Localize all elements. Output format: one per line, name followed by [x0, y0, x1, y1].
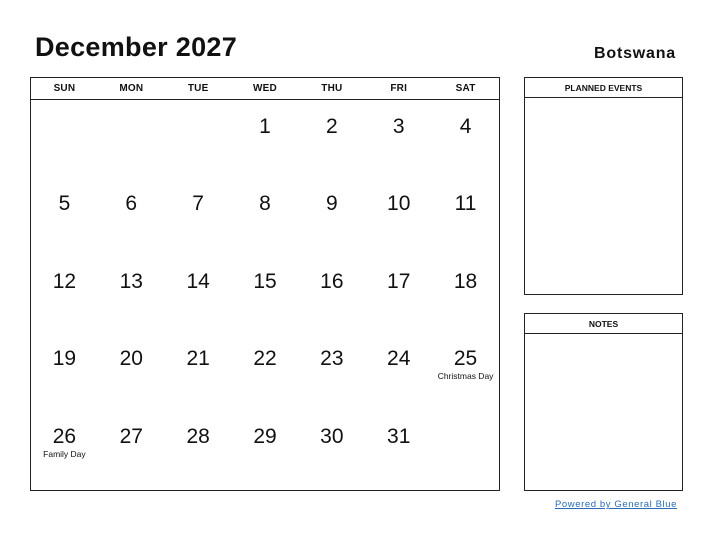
day-number: 22 [253, 347, 277, 370]
weekday-tue: TUE [187, 83, 209, 94]
day-cell: 5 [31, 177, 98, 255]
weekday-mon: MON [119, 83, 144, 94]
day-cell: 22 [232, 332, 299, 410]
weekday-fri: FRI [390, 83, 408, 94]
day-number: 8 [259, 192, 271, 215]
day-number: 26 [52, 425, 77, 448]
day-number: 21 [186, 347, 210, 370]
day-cell: 31 [365, 410, 432, 490]
day-number: 19 [52, 347, 77, 370]
day-cell: 18 [432, 255, 499, 332]
day-number: 11 [454, 192, 477, 215]
day-cell: 30 [298, 410, 365, 490]
day-cell: 8 [232, 177, 299, 255]
day-number: 15 [253, 270, 277, 293]
day-cell: 23 [298, 332, 365, 410]
planned-events-panel: PLANNED EVENTS [524, 77, 683, 295]
weekday-sun: SUN [53, 83, 76, 94]
day-cell: 26 Family Day [31, 410, 98, 490]
powered-by-link[interactable]: Powered by General Blue [555, 499, 677, 510]
day-cell: 3 [365, 100, 432, 177]
day-number: 1 [259, 115, 271, 138]
day-number: 17 [387, 270, 411, 293]
day-number: 5 [58, 192, 71, 215]
day-number: 20 [119, 347, 143, 370]
day-number: 2 [326, 115, 338, 138]
day-cell: 21 [165, 332, 232, 410]
notes-panel: NOTES [524, 313, 683, 491]
day-cell: 17 [365, 255, 432, 332]
weekday-thu: THU [321, 83, 343, 94]
day-number: 25 [453, 347, 478, 370]
empty-day-cell [98, 100, 165, 177]
country-label: Botswana [594, 45, 676, 62]
day-cell: 14 [165, 255, 232, 332]
day-cell: 10 [365, 177, 432, 255]
holiday-label: Christmas Day [437, 371, 494, 381]
weekday-sat: SAT [455, 83, 476, 94]
day-number: 28 [186, 425, 210, 448]
day-cell: 11 [432, 177, 499, 255]
day-cell: 20 [98, 332, 165, 410]
day-cell: 27 [98, 410, 165, 490]
day-number: 24 [387, 347, 411, 370]
holiday-label: Family Day [43, 449, 86, 459]
weekday-wed: WED [253, 83, 277, 94]
day-number: 10 [387, 192, 411, 215]
page-title: December 2027 [35, 32, 238, 62]
day-cell: 2 [298, 100, 365, 177]
day-number: 3 [392, 115, 405, 138]
day-cell: 25 Christmas Day [432, 332, 499, 410]
day-cell: 29 [232, 410, 299, 490]
day-number: 31 [387, 425, 411, 448]
day-cell: 15 [232, 255, 299, 332]
calendar-body: 1 2 3 4 5 6 7 8 9 10 11 12 13 14 15 16 17 18 19 20 21 22 23 24 2… [31, 100, 499, 490]
day-cell: 7 [165, 177, 232, 255]
day-cell: 16 [298, 255, 365, 332]
day-cell: 1 [232, 100, 299, 177]
day-number: 30 [320, 425, 344, 448]
day-cell: 24 [365, 332, 432, 410]
day-number: 7 [192, 192, 204, 215]
day-number: 4 [459, 115, 472, 138]
notes-heading: NOTES [525, 314, 682, 334]
day-cell: 4 [432, 100, 499, 177]
day-number: 16 [320, 270, 344, 293]
day-cell: 6 [98, 177, 165, 255]
day-cell: 9 [298, 177, 365, 255]
day-number: 14 [186, 270, 210, 293]
day-number: 29 [253, 425, 277, 448]
day-number: 27 [119, 425, 143, 448]
day-number: 9 [326, 192, 338, 215]
day-cell: 12 [31, 255, 98, 332]
day-number: 23 [320, 347, 344, 370]
empty-day-cell [165, 100, 232, 177]
day-number: 18 [453, 270, 478, 293]
day-number: 6 [125, 192, 138, 215]
empty-day-cell [432, 410, 499, 490]
day-number: 12 [52, 270, 77, 293]
day-cell: 19 [31, 332, 98, 410]
day-number: 13 [119, 270, 143, 293]
day-cell: 13 [98, 255, 165, 332]
weekday-header: SUN MON TUE WED THU FRI SAT [31, 78, 499, 100]
planned-events-heading: PLANNED EVENTS [525, 78, 682, 98]
empty-day-cell [31, 100, 98, 177]
day-cell: 28 [165, 410, 232, 490]
calendar-grid: SUN MON TUE WED THU FRI SAT 1 2 3 4 5 6 7 8 9 10 1… [30, 77, 500, 491]
